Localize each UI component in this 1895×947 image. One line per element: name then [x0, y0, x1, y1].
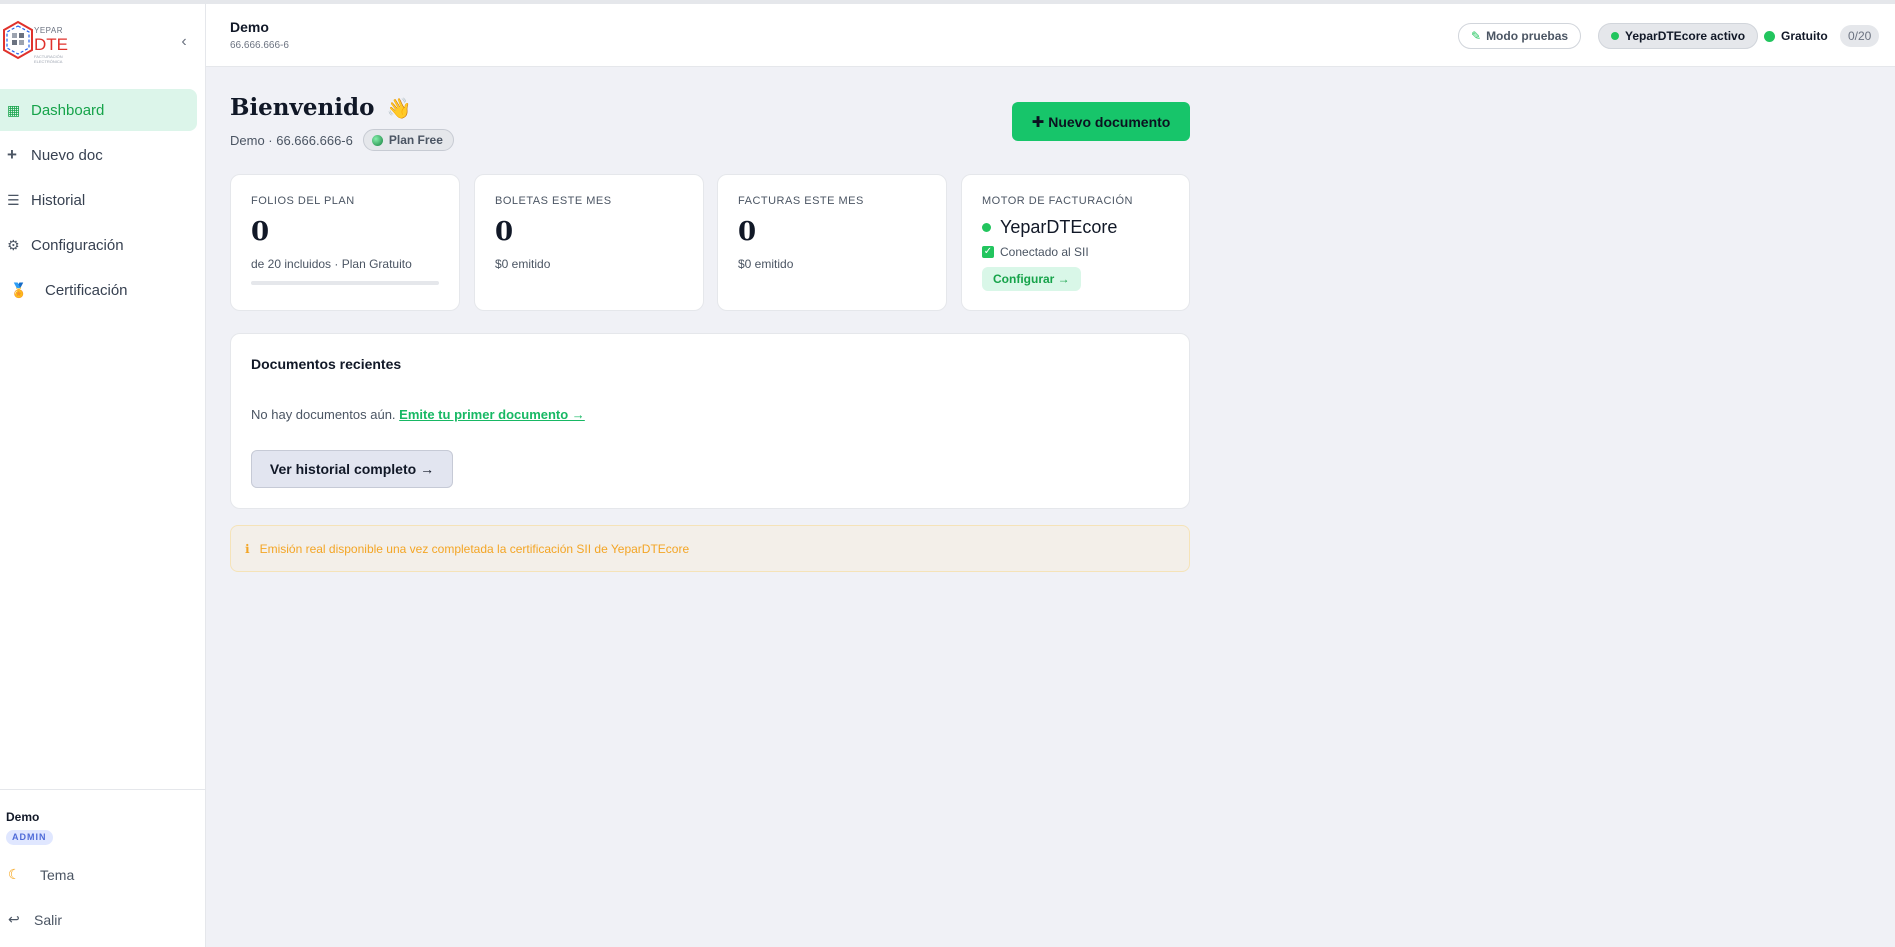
status-dot-icon: [982, 223, 991, 232]
alert-text: Emisión real disponible una vez completa…: [259, 541, 690, 556]
gear-icon: ⚙: [7, 236, 20, 253]
pencil-icon: ✎: [1471, 29, 1482, 43]
empty-text: No hay documentos aún.: [251, 407, 396, 422]
card-sub: $0 emitido: [495, 257, 551, 271]
stat-card-folios: FOLIOS DEL PLAN 0 de 20 incluidos · Plan…: [230, 174, 460, 311]
user-name: Demo: [6, 810, 40, 824]
sidebar: YEPAR DTE FACTURACIÓN ELECTRÓNICA ‹ ▦ Da…: [0, 4, 206, 947]
new-document-button[interactable]: ✚ Nuevo documento: [1012, 102, 1190, 141]
card-label: BOLETAS ESTE MES: [495, 195, 612, 207]
card-sub: $0 emitido: [738, 257, 794, 271]
connection-label: Conectado al SII: [1000, 245, 1089, 259]
list-icon: ☰: [7, 191, 20, 208]
sidebar-footer: Demo ADMIN ☾ Tema ↩ Salir: [0, 789, 206, 947]
chevron-left-icon: ‹: [181, 33, 187, 50]
topbar: Demo 66.666.666-6 ✎ Modo pruebas YeparDT…: [206, 4, 1895, 67]
new-document-label: Nuevo documento: [1048, 113, 1171, 130]
wave-icon: 👋: [386, 96, 412, 120]
sidebar-item-label: Configuración: [31, 236, 124, 254]
plan-label: Gratuito: [1781, 29, 1828, 43]
sidebar-item-nuevo-doc[interactable]: + Nuevo doc: [0, 134, 197, 176]
empty-state: No hay documentos aún. Emite tu primer d…: [251, 407, 585, 422]
sidebar-item-configuracion[interactable]: ⚙ Configuración: [0, 224, 197, 266]
logo-brand: DTE: [34, 35, 68, 54]
usage-counter: 0/20: [1840, 25, 1880, 47]
first-document-link[interactable]: Emite tu primer documento →: [399, 407, 585, 422]
logout-label: Salir: [34, 911, 63, 928]
logo-tagline: FACTURACIÓN ELECTRÓNICA: [34, 54, 63, 64]
certification-alert: ℹ Emisión real disponible una vez comple…: [230, 525, 1190, 572]
grid-icon: ▦: [7, 101, 21, 118]
medal-icon: 🏅: [10, 281, 28, 298]
moon-icon: ☾: [8, 866, 21, 882]
card-value: 0: [251, 217, 270, 247]
configure-button[interactable]: Configurar →: [982, 267, 1081, 291]
plan-status: Gratuito: [1764, 23, 1828, 49]
sidebar-item-historial[interactable]: ☰ Historial: [0, 179, 197, 221]
stat-card-boletas: BOLETAS ESTE MES 0 $0 emitido: [474, 174, 704, 311]
info-icon: ℹ: [245, 541, 250, 556]
engine-name: YeparDTEcore: [982, 217, 1117, 238]
app-logo[interactable]: YEPAR DTE FACTURACIÓN ELECTRÓNICA: [0, 16, 90, 68]
checkbox-icon: ✓: [982, 246, 994, 258]
sidebar-item-dashboard[interactable]: ▦ Dashboard: [0, 89, 197, 131]
theme-toggle-button[interactable]: ☾ Tema: [8, 866, 74, 883]
card-label: FACTURAS ESTE MES: [738, 195, 864, 207]
globe-icon: [371, 134, 383, 146]
stat-card-facturas: FACTURAS ESTE MES 0 $0 emitido: [717, 174, 947, 311]
role-badge: ADMIN: [6, 830, 53, 845]
card-sub: de 20 incluidos · Plan Gratuito: [251, 257, 412, 271]
card-label: MOTOR DE FACTURACIÓN: [982, 195, 1133, 207]
plus-icon: +: [7, 145, 17, 164]
page-title: Bienvenido 👋: [230, 94, 411, 121]
welcome-text: Bienvenido: [230, 94, 375, 121]
company-info: Demo · 66.666.666-6: [230, 132, 353, 148]
test-mode-label: Modo pruebas: [1486, 29, 1569, 43]
sidebar-item-certificacion[interactable]: 🏅 Certificación: [0, 269, 197, 311]
status-dot-icon: [1611, 32, 1619, 40]
logo-hexagon-icon: [3, 20, 33, 60]
connection-status: ✓ Conectado al SII: [982, 245, 1089, 259]
sidebar-item-label: Nuevo doc: [31, 146, 103, 164]
plus-icon: ✚: [1031, 113, 1045, 131]
theme-label: Tema: [40, 866, 75, 883]
recent-title: Documentos recientes: [251, 356, 402, 372]
engine-status-label: YeparDTEcore activo: [1625, 29, 1746, 43]
sidebar-item-label: Certificación: [45, 281, 128, 299]
sidebar-item-label: Historial: [31, 191, 86, 209]
test-mode-pill[interactable]: ✎ Modo pruebas: [1458, 23, 1582, 49]
plan-badge-label: Plan Free: [388, 133, 443, 147]
folios-progress-bar: [251, 281, 439, 285]
logout-button[interactable]: ↩ Salir: [8, 911, 62, 928]
plan-globe-icon: [1764, 30, 1775, 42]
company-rut: 66.666.666-6: [230, 40, 289, 51]
sidebar-item-label: Dashboard: [31, 101, 105, 119]
stat-card-motor: MOTOR DE FACTURACIÓN YeparDTEcore ✓ Cone…: [961, 174, 1190, 311]
company-name: Demo: [230, 19, 269, 35]
collapse-sidebar-button[interactable]: ‹: [176, 32, 192, 52]
sidebar-nav: ▦ Dashboard + Nuevo doc ☰ Historial ⚙ Co…: [0, 89, 206, 314]
engine-status-pill[interactable]: YeparDTEcore activo: [1598, 23, 1759, 49]
card-value: 0: [738, 217, 757, 247]
plan-badge: Plan Free: [362, 129, 454, 151]
card-value: 0: [495, 217, 514, 247]
card-label: FOLIOS DEL PLAN: [251, 195, 355, 207]
engine-name-label: YeparDTEcore: [1000, 217, 1118, 237]
company-subline: Demo · 66.666.666-6 Plan Free: [230, 129, 454, 151]
logo-small-text: YEPAR: [34, 26, 64, 35]
view-history-button[interactable]: Ver historial completo →: [251, 450, 453, 488]
logout-icon: ↩: [8, 911, 20, 927]
recent-documents-panel: Documentos recientes No hay documentos a…: [230, 333, 1190, 509]
